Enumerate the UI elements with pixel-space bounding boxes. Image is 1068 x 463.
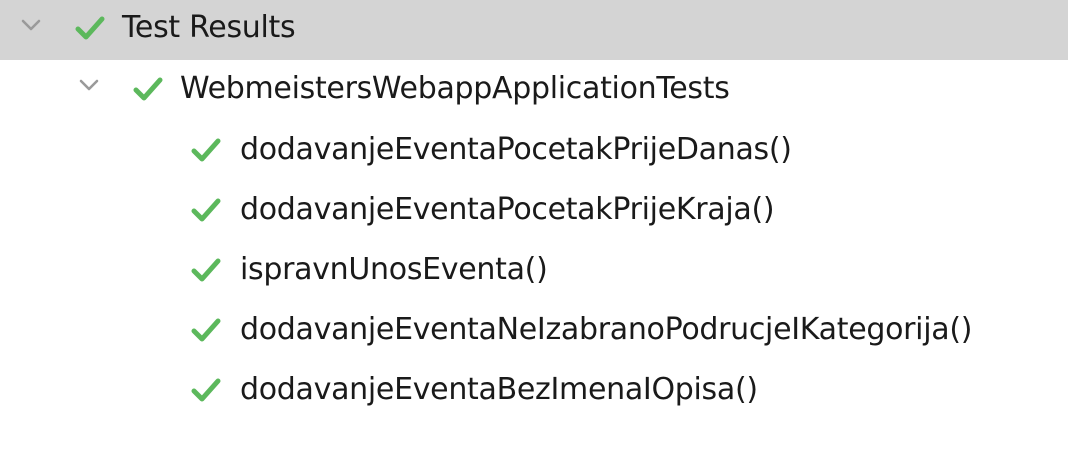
tree-node-label: dodavanjeEventaBezImenaIOpisa() — [240, 372, 758, 407]
tree-node-suite[interactable]: WebmeistersWebappApplicationTests — [0, 60, 1068, 120]
checkmark-icon — [191, 138, 221, 162]
tree-node-label: dodavanjeEventaPocetakPrijeKraja() — [240, 192, 775, 227]
tree-node-test[interactable]: ispravnUnosEventa() — [0, 240, 1068, 300]
tree-node-label: dodavanjeEventaNeIzabranoPodrucjeIKatego… — [240, 312, 973, 347]
checkmark-icon — [191, 378, 221, 402]
tree-node-label: WebmeistersWebappApplicationTests — [180, 71, 730, 106]
checkmark-icon — [191, 318, 221, 342]
tree-node-label: Test Results — [122, 10, 296, 45]
tree-node-label: ispravnUnosEventa() — [240, 252, 548, 287]
tree-node-test[interactable]: dodavanjeEventaPocetakPrijeDanas() — [0, 120, 1068, 180]
chevron-down-icon[interactable] — [76, 72, 102, 98]
tree-node-test[interactable]: dodavanjeEventaPocetakPrijeKraja() — [0, 180, 1068, 240]
tree-node-test[interactable]: dodavanjeEventaBezImenaIOpisa() — [0, 360, 1068, 420]
tree-node-root[interactable]: Test Results — [0, 0, 1068, 60]
tree-node-test[interactable]: dodavanjeEventaNeIzabranoPodrucjeIKatego… — [0, 300, 1068, 360]
checkmark-icon — [75, 16, 105, 40]
chevron-down-icon[interactable] — [18, 12, 44, 38]
tree-node-label: dodavanjeEventaPocetakPrijeDanas() — [240, 132, 792, 167]
test-results-tree: Test Results WebmeistersWebappApplicatio… — [0, 0, 1068, 463]
checkmark-icon — [133, 77, 163, 101]
checkmark-icon — [191, 198, 221, 222]
checkmark-icon — [191, 258, 221, 282]
